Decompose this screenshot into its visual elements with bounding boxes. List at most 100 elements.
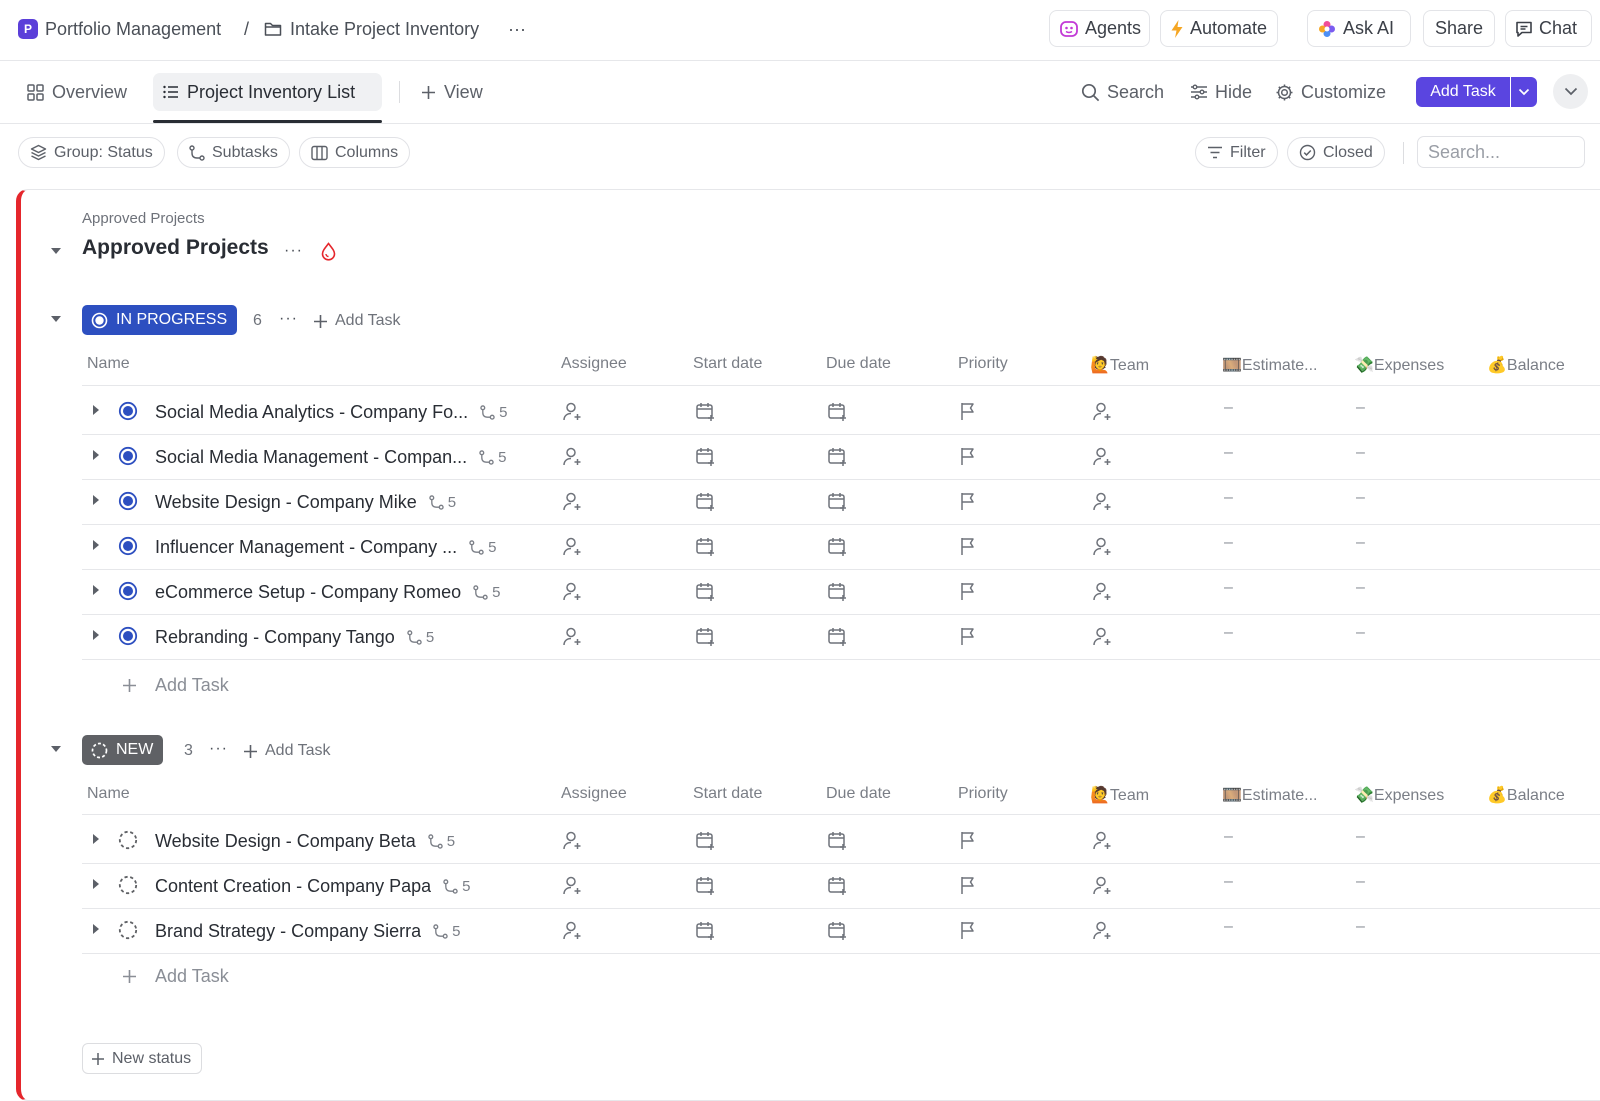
add-team-icon[interactable] <box>1092 401 1113 422</box>
group-by-status-chip[interactable]: Group: Status <box>18 137 165 168</box>
start-date-calendar-icon[interactable] <box>695 536 716 557</box>
column-header-balance[interactable]: 💰Balance <box>1487 785 1565 805</box>
priority-flag-icon[interactable] <box>959 491 977 511</box>
task-name[interactable]: eCommerce Setup - Company Romeo <box>155 582 461 603</box>
add-team-icon[interactable] <box>1092 581 1113 602</box>
task-row[interactable]: Social Media Management - Compan... 5 – – <box>82 434 1600 480</box>
start-date-calendar-icon[interactable] <box>695 581 716 602</box>
start-date-calendar-icon[interactable] <box>695 626 716 647</box>
task-name-cell[interactable]: Social Media Management - Compan... 5 <box>155 445 507 469</box>
due-date-calendar-icon[interactable] <box>827 401 848 422</box>
status-in-progress-icon[interactable] <box>118 401 138 421</box>
group-collapse-toggle[interactable] <box>48 311 64 327</box>
priority-flag-icon[interactable] <box>959 875 977 895</box>
add-task-dropdown-button[interactable] <box>1511 77 1537 107</box>
estimate-value[interactable]: – <box>1224 489 1233 507</box>
add-team-icon[interactable] <box>1092 920 1113 941</box>
add-assignee-icon[interactable] <box>562 401 583 422</box>
search-button[interactable]: Search <box>1081 78 1164 106</box>
add-task-button[interactable]: Add Task <box>1416 77 1510 107</box>
column-header-name[interactable]: Name <box>87 785 130 803</box>
expenses-value[interactable]: – <box>1356 828 1365 846</box>
task-row[interactable]: Website Design - Company Mike 5 – – <box>82 479 1600 525</box>
status-new-icon[interactable] <box>118 875 138 895</box>
add-assignee-icon[interactable] <box>562 491 583 512</box>
due-date-calendar-icon[interactable] <box>827 626 848 647</box>
start-date-calendar-icon[interactable] <box>695 491 716 512</box>
estimate-value[interactable]: – <box>1224 444 1233 462</box>
share-button[interactable]: Share <box>1423 10 1495 47</box>
priority-flag-icon[interactable] <box>959 920 977 940</box>
start-date-calendar-icon[interactable] <box>695 830 716 851</box>
task-name-cell[interactable]: eCommerce Setup - Company Romeo 5 <box>155 580 500 604</box>
status-new-icon[interactable] <box>118 830 138 850</box>
agents-button[interactable]: Agents <box>1049 10 1150 47</box>
inline-add-task-button[interactable]: Add Task <box>122 966 229 987</box>
estimate-value[interactable]: – <box>1224 579 1233 597</box>
due-date-calendar-icon[interactable] <box>827 920 848 941</box>
caret-right-icon[interactable] <box>92 923 100 935</box>
subtask-count-badge[interactable]: 5 <box>469 539 497 556</box>
column-header-team[interactable]: 🙋Team <box>1090 785 1149 805</box>
start-date-calendar-icon[interactable] <box>695 875 716 896</box>
task-name[interactable]: Website Design - Company Beta <box>155 831 416 852</box>
task-name[interactable]: Brand Strategy - Company Sierra <box>155 921 421 942</box>
caret-right-icon[interactable] <box>92 494 100 506</box>
priority-flag-icon[interactable] <box>959 536 977 556</box>
search-input[interactable] <box>1417 136 1585 168</box>
add-team-icon[interactable] <box>1092 491 1113 512</box>
due-date-calendar-icon[interactable] <box>827 491 848 512</box>
task-name[interactable]: Rebranding - Company Tango <box>155 627 395 648</box>
task-row[interactable]: Brand Strategy - Company Sierra 5 – – <box>82 908 1600 954</box>
task-row[interactable]: Rebranding - Company Tango 5 – – <box>82 614 1600 660</box>
status-pill-in-progress[interactable]: IN PROGRESS <box>82 305 238 335</box>
column-header-estimate[interactable]: 🎞️Estimate... <box>1222 355 1318 375</box>
task-name-cell[interactable]: Website Design - Company Mike 5 <box>155 490 456 514</box>
hide-button[interactable]: Hide <box>1190 78 1252 106</box>
task-name[interactable]: Website Design - Company Mike <box>155 492 417 513</box>
add-assignee-icon[interactable] <box>562 830 583 851</box>
add-team-icon[interactable] <box>1092 446 1113 467</box>
add-view-button[interactable]: View <box>411 73 493 111</box>
automate-button[interactable]: Automate <box>1160 10 1278 47</box>
expenses-value[interactable]: – <box>1356 873 1365 891</box>
column-header-priority[interactable]: Priority <box>958 355 1008 373</box>
collapse-toolbar-button[interactable] <box>1553 74 1588 109</box>
subtask-count-badge[interactable]: 5 <box>480 404 507 421</box>
caret-right-icon[interactable] <box>92 404 100 416</box>
column-header-balance[interactable]: 💰Balance <box>1487 355 1565 375</box>
column-header-priority[interactable]: Priority <box>958 785 1008 803</box>
priority-flag-icon[interactable] <box>959 446 977 466</box>
expenses-value[interactable]: – <box>1356 399 1365 417</box>
group-collapse-toggle[interactable] <box>48 741 64 757</box>
column-header-name[interactable]: Name <box>87 355 130 373</box>
task-name[interactable]: Influencer Management - Company ... <box>155 537 457 558</box>
estimate-value[interactable]: – <box>1224 624 1233 642</box>
add-team-icon[interactable] <box>1092 830 1113 851</box>
add-team-icon[interactable] <box>1092 626 1113 647</box>
caret-right-icon[interactable] <box>92 878 100 890</box>
add-assignee-icon[interactable] <box>562 920 583 941</box>
status-pill-new[interactable]: NEW <box>82 735 164 765</box>
expenses-value[interactable]: – <box>1356 579 1365 597</box>
status-in-progress-icon[interactable] <box>118 626 138 646</box>
start-date-calendar-icon[interactable] <box>695 446 716 467</box>
caret-right-icon[interactable] <box>92 629 100 641</box>
tab-project-inventory-list[interactable]: Project Inventory List <box>153 73 382 111</box>
start-date-calendar-icon[interactable] <box>695 920 716 941</box>
expenses-value[interactable]: – <box>1356 444 1365 462</box>
columns-chip[interactable]: Columns <box>299 137 411 168</box>
due-date-calendar-icon[interactable] <box>827 536 848 557</box>
subtask-count-badge[interactable]: 5 <box>407 629 434 646</box>
column-header-assignee[interactable]: Assignee <box>561 785 627 803</box>
task-name-cell[interactable]: Influencer Management - Company ... 5 <box>155 535 497 559</box>
breadcrumb-more-button[interactable]: ··· <box>508 16 526 42</box>
column-header-expenses[interactable]: 💸Expenses <box>1354 355 1444 375</box>
due-date-calendar-icon[interactable] <box>827 875 848 896</box>
expenses-value[interactable]: – <box>1356 918 1365 936</box>
task-row[interactable]: Social Media Analytics - Company Fo... 5 –… <box>82 389 1600 435</box>
chat-button[interactable]: Chat <box>1505 10 1592 47</box>
group-more-button[interactable]: ··· <box>279 310 298 328</box>
breadcrumb-space[interactable]: P Portfolio Management <box>18 16 221 42</box>
expenses-value[interactable]: – <box>1356 489 1365 507</box>
